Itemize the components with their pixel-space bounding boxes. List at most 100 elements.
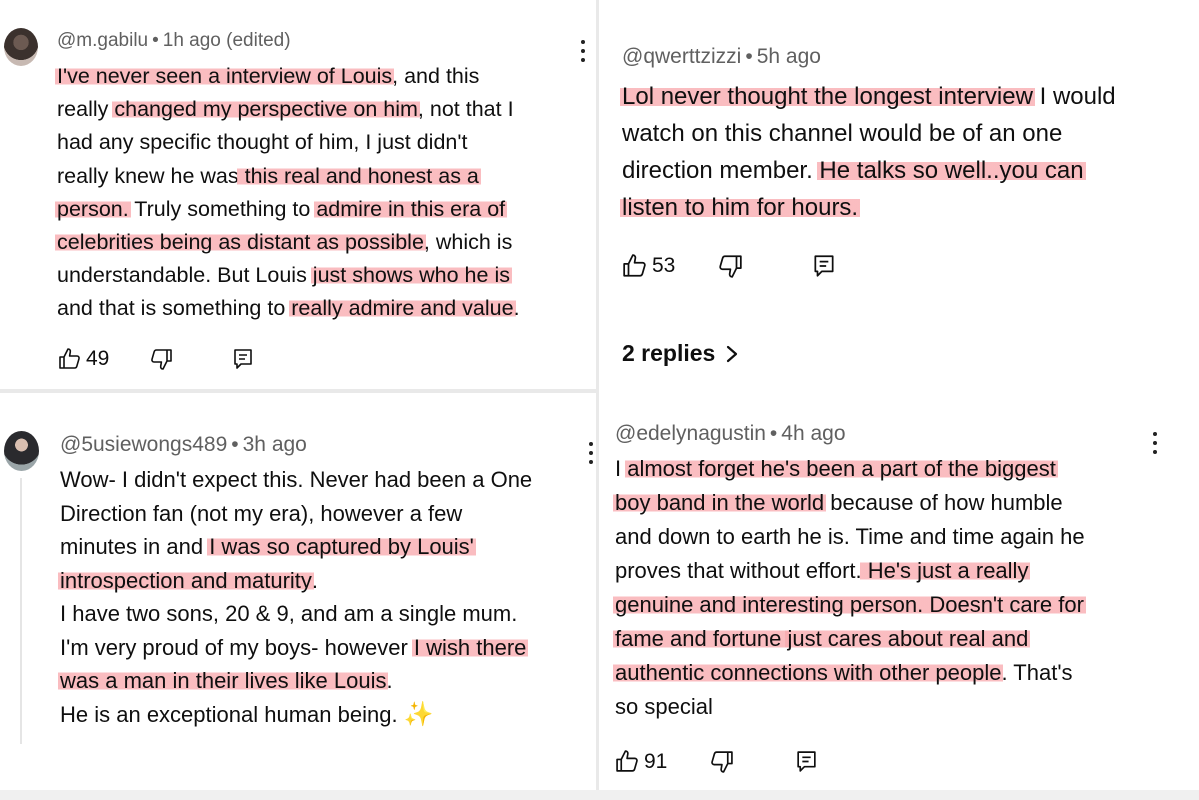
comment-author[interactable]: @5usiewongs489 <box>60 433 227 456</box>
highlighted-text: genuine and interesting person. Doesn't … <box>613 592 1086 617</box>
highlighted-text: I was so captured by Louis' <box>207 534 476 559</box>
comment-actions: 91 <box>615 749 819 774</box>
comment-line: really changed my perspective on him, no… <box>57 93 520 126</box>
comment-line: Wow- I didn't expect this. Never had bee… <box>60 463 532 497</box>
bottom-strip <box>0 790 1199 800</box>
comment-text: Lol never thought the longest interview … <box>620 78 1116 226</box>
comment-text-segment: Wow- I didn't expect this. Never had bee… <box>60 467 533 492</box>
comment-author[interactable]: @edelynagustin <box>615 422 766 445</box>
thumbs-down-icon <box>711 751 734 773</box>
comment-line: so special <box>615 690 1085 724</box>
comment-line: person. Truly something to admire in thi… <box>55 193 520 226</box>
highlighted-text: boy band in the world <box>613 490 827 515</box>
comment-text-segment: , and this <box>392 64 480 88</box>
highlighted-text: admire in this era of <box>314 196 508 221</box>
comment-text-segment: . <box>513 296 520 321</box>
comment-line: I've never seen a interview of Louis, an… <box>55 60 520 93</box>
comment-line: authentic connections with other people.… <box>613 656 1085 690</box>
sparkles-emoji: ✨ <box>403 700 434 728</box>
reply-icon <box>814 255 834 277</box>
avatar[interactable] <box>4 28 38 66</box>
separator-dot: • <box>745 45 753 68</box>
comment-line: watch on this channel would be of an one <box>622 115 1116 152</box>
comment-text-segment: really <box>57 97 115 122</box>
highlighted-text: celebrities being as distant as possible <box>55 230 426 255</box>
like-button[interactable]: 49 <box>58 347 109 371</box>
comment-line: Lol never thought the longest interview … <box>620 78 1116 115</box>
separator-dot: • <box>152 30 159 51</box>
highlighted-text: almost forget he's been a part of the bi… <box>625 456 1058 481</box>
comment-line: fame and fortune just cares about real a… <box>613 622 1085 656</box>
avatar[interactable] <box>4 431 39 471</box>
comment-meta: @m.gabilu • 1h ago (edited) <box>57 30 291 52</box>
comment-line: He is an exceptional human being. ✨ <box>60 698 532 732</box>
comment-line: listen to him for hours. <box>620 189 1116 226</box>
highlighted-text: I wish there <box>411 634 529 660</box>
like-count: 91 <box>644 749 668 773</box>
chevron-right-icon <box>727 345 738 362</box>
comment-text-segment: had any specific thought of him, I just … <box>57 130 468 155</box>
comment-line: was a man in their lives like Louis. <box>58 664 532 698</box>
comment-text-segment: proves that without effort. <box>615 558 862 583</box>
comment-line: I'm very proud of my boys- however I wis… <box>60 631 532 665</box>
comment-line: Direction fan (not my era), however a fe… <box>60 497 532 531</box>
like-button[interactable]: 53 <box>622 253 675 279</box>
comment-line: introspection and maturity. <box>58 564 532 598</box>
comment-text-segment: minutes in and <box>60 534 210 559</box>
comment-text: I've never seen a interview of Louis, an… <box>55 60 520 326</box>
like-count: 49 <box>86 347 110 370</box>
comment-line: genuine and interesting person. Doesn't … <box>613 588 1086 622</box>
comment-time: 1h ago (edited) <box>162 30 291 51</box>
comment-line: I almost forget he's been a part of the … <box>615 452 1085 486</box>
reply-button[interactable] <box>231 347 255 371</box>
comment-text-segment: really knew he was <box>57 163 239 188</box>
more-vert-icon[interactable] <box>588 442 594 469</box>
reply-button[interactable] <box>794 749 819 774</box>
comment-line: understandable. But Louis just shows who… <box>57 259 520 292</box>
comment-author[interactable]: @m.gabilu <box>57 30 148 51</box>
dislike-button[interactable] <box>149 347 173 371</box>
highlighted-text: person. <box>55 196 131 221</box>
comment-meta: @5usiewongs489 • 3h ago <box>60 433 307 457</box>
comment-line: and that is something to really admire a… <box>57 292 520 325</box>
comment-text-segment: , not that I <box>417 97 514 122</box>
highlighted-text: He talks so well..you can <box>817 157 1086 184</box>
comment-author[interactable]: @qwerttzizzi <box>622 45 741 68</box>
highlighted-text: really admire and value <box>289 296 516 321</box>
panel-divider-vertical <box>596 0 599 800</box>
comment-text-segment: I'm very proud of my boys- however <box>60 634 414 660</box>
like-button[interactable]: 91 <box>615 749 667 774</box>
thumbs-up-icon <box>616 750 638 772</box>
highlighted-text: He's just a really <box>859 558 1031 583</box>
thumbs-up-icon <box>623 254 646 277</box>
comment-meta: @qwerttzizzi • 5h ago <box>622 45 821 69</box>
separator-dot: • <box>231 433 239 456</box>
comment-text-segment: Truly something to <box>128 196 317 221</box>
comment-actions: 49 <box>58 347 255 371</box>
comment-actions: 53 <box>622 253 837 279</box>
comment-text-segment: . <box>311 567 319 593</box>
comment-text-segment: , which is <box>423 230 513 255</box>
comment-text-segment: watch on this channel would be of an one <box>622 120 1063 147</box>
comment-text-segment: . That's <box>1001 660 1073 685</box>
more-vert-icon[interactable] <box>580 40 586 67</box>
comment-text-segment: I would <box>1032 83 1116 110</box>
comment-text-segment: because of how humble <box>824 490 1063 515</box>
comment-text-segment: direction member. <box>622 157 820 184</box>
highlighted-text: Lol never thought the longest interview <box>620 83 1035 110</box>
reply-icon <box>234 349 253 369</box>
dislike-button[interactable] <box>717 253 743 279</box>
thumbs-down-icon <box>151 349 173 370</box>
comment-text-segment: understandable. But Louis <box>57 263 313 288</box>
comment-time: 4h ago <box>781 422 846 445</box>
more-vert-icon[interactable] <box>1152 432 1158 459</box>
dislike-button[interactable] <box>709 749 734 774</box>
view-replies-button[interactable]: 2 replies <box>622 340 739 367</box>
comment-meta: @edelynagustin • 4h ago <box>615 422 846 446</box>
comment-text-segment: I have two sons, 20 & 9, and am a single… <box>60 601 518 626</box>
like-count: 53 <box>652 254 676 277</box>
comment-text-segment: Direction fan (not my era), however a fe… <box>60 500 463 526</box>
comment-line: and down to earth he is. Time and time a… <box>615 520 1085 554</box>
comment-text-segment: and that is something to <box>57 296 292 321</box>
reply-button[interactable] <box>811 253 837 279</box>
